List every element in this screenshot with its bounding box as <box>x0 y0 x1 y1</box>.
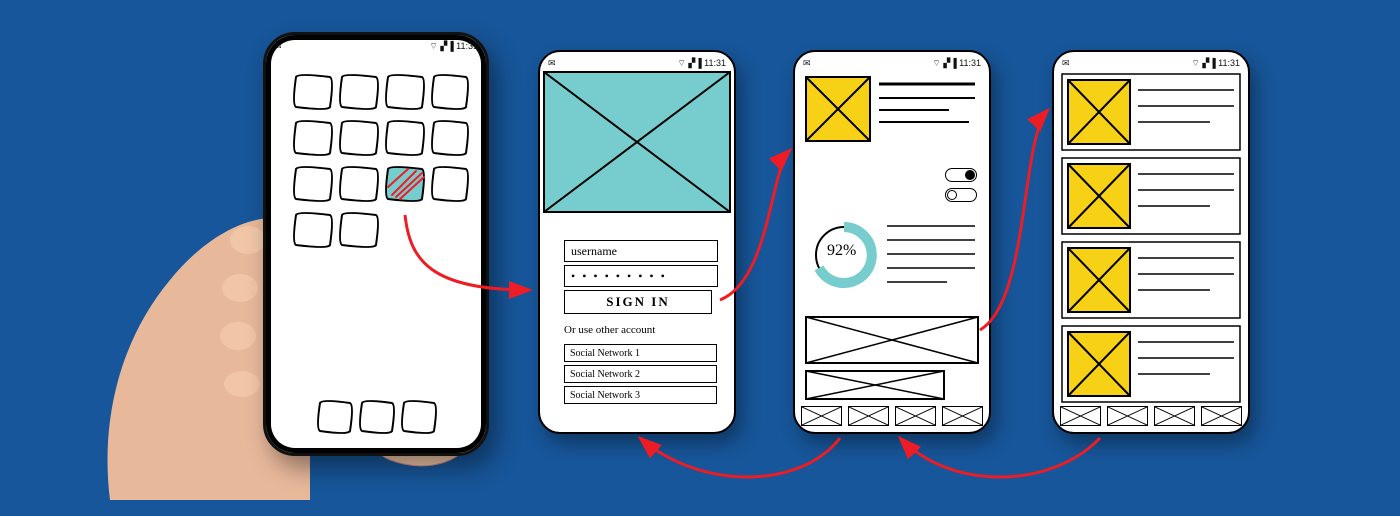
username-field[interactable]: username <box>564 240 718 262</box>
list-rows <box>1060 72 1242 408</box>
app-icon[interactable] <box>340 213 378 247</box>
tab-item[interactable] <box>1154 406 1195 426</box>
tab-item[interactable] <box>1107 406 1148 426</box>
mail-icon: ✉ <box>1062 58 1070 69</box>
list-item[interactable] <box>1062 242 1240 318</box>
list-item[interactable] <box>1062 74 1240 150</box>
app-icon-highlighted[interactable] <box>386 167 424 201</box>
time-label: 11:31 <box>1218 58 1240 68</box>
social-login-3[interactable]: Social Network 3 <box>564 386 717 404</box>
password-field[interactable]: • • • • • • • • • <box>564 265 718 287</box>
dock-icon[interactable] <box>402 401 436 433</box>
app-icon[interactable] <box>340 167 378 201</box>
app-icon[interactable] <box>294 213 332 247</box>
app-icon[interactable] <box>386 75 424 109</box>
tab-bar <box>801 406 983 426</box>
sign-in-button[interactable]: SIGN IN <box>564 290 712 314</box>
tab-item[interactable] <box>942 406 983 426</box>
mail-icon: ✉ <box>548 58 556 69</box>
social-login-1[interactable]: Social Network 1 <box>564 344 717 362</box>
app-icon[interactable] <box>432 121 468 155</box>
tab-item[interactable] <box>801 406 842 426</box>
app-icon[interactable] <box>340 75 378 109</box>
dock-icon[interactable] <box>360 401 394 433</box>
social-login-2[interactable]: Social Network 2 <box>564 365 717 383</box>
list-item[interactable] <box>1062 326 1240 402</box>
time-label: 11:31 <box>704 58 726 68</box>
time-label: 11:31 <box>959 58 981 68</box>
tab-item[interactable] <box>1060 406 1101 426</box>
list-item[interactable] <box>1062 158 1240 234</box>
progress-label: 92% <box>827 242 856 260</box>
app-icon[interactable] <box>386 121 424 155</box>
tab-bar <box>1060 406 1242 426</box>
dock-icon[interactable] <box>318 401 352 433</box>
phone-home: ✉ ⌔ ▞▐ 11:31 <box>263 32 489 456</box>
app-icon[interactable] <box>432 167 468 201</box>
app-icon[interactable] <box>340 121 378 155</box>
password-mask: • • • • • • • • • <box>571 269 667 284</box>
phone-list: ✉ ⌔ ▞▐ 11:31 <box>1052 50 1250 434</box>
status-bar: ✉ ⌔ ▞▐ 11:31 <box>795 56 989 70</box>
toggle-1[interactable] <box>945 168 977 182</box>
status-bar: ✉ ⌔ ▞▐ 11:31 <box>540 56 734 70</box>
app-icon[interactable] <box>294 121 332 155</box>
app-icon[interactable] <box>432 75 468 109</box>
hero-image-placeholder <box>540 70 734 220</box>
avatar-placeholder <box>805 76 871 142</box>
status-bar: ✉ ⌔ ▞▐ 11:31 <box>1054 56 1248 70</box>
tab-item[interactable] <box>848 406 889 426</box>
username-placeholder: username <box>571 244 617 259</box>
app-icon[interactable] <box>294 75 332 109</box>
mail-icon: ✉ <box>803 58 811 69</box>
sign-in-label: SIGN IN <box>606 294 670 310</box>
app-icon[interactable] <box>294 167 332 201</box>
phone-dashboard: ✉ ⌔ ▞▐ 11:31 92% <box>793 50 991 434</box>
phone-login: ✉ ⌔ ▞▐ 11:31 username • • • • • • • • • … <box>538 50 736 434</box>
alt-login-label: Or use other account <box>564 324 655 336</box>
toggle-2[interactable] <box>945 188 977 202</box>
home-screen <box>266 35 486 453</box>
banner-small-placeholder[interactable] <box>805 370 945 400</box>
tab-item[interactable] <box>895 406 936 426</box>
body-text-lines <box>887 222 979 302</box>
banner-placeholder[interactable] <box>805 316 979 364</box>
header-text-lines <box>879 80 979 140</box>
tab-item[interactable] <box>1201 406 1242 426</box>
